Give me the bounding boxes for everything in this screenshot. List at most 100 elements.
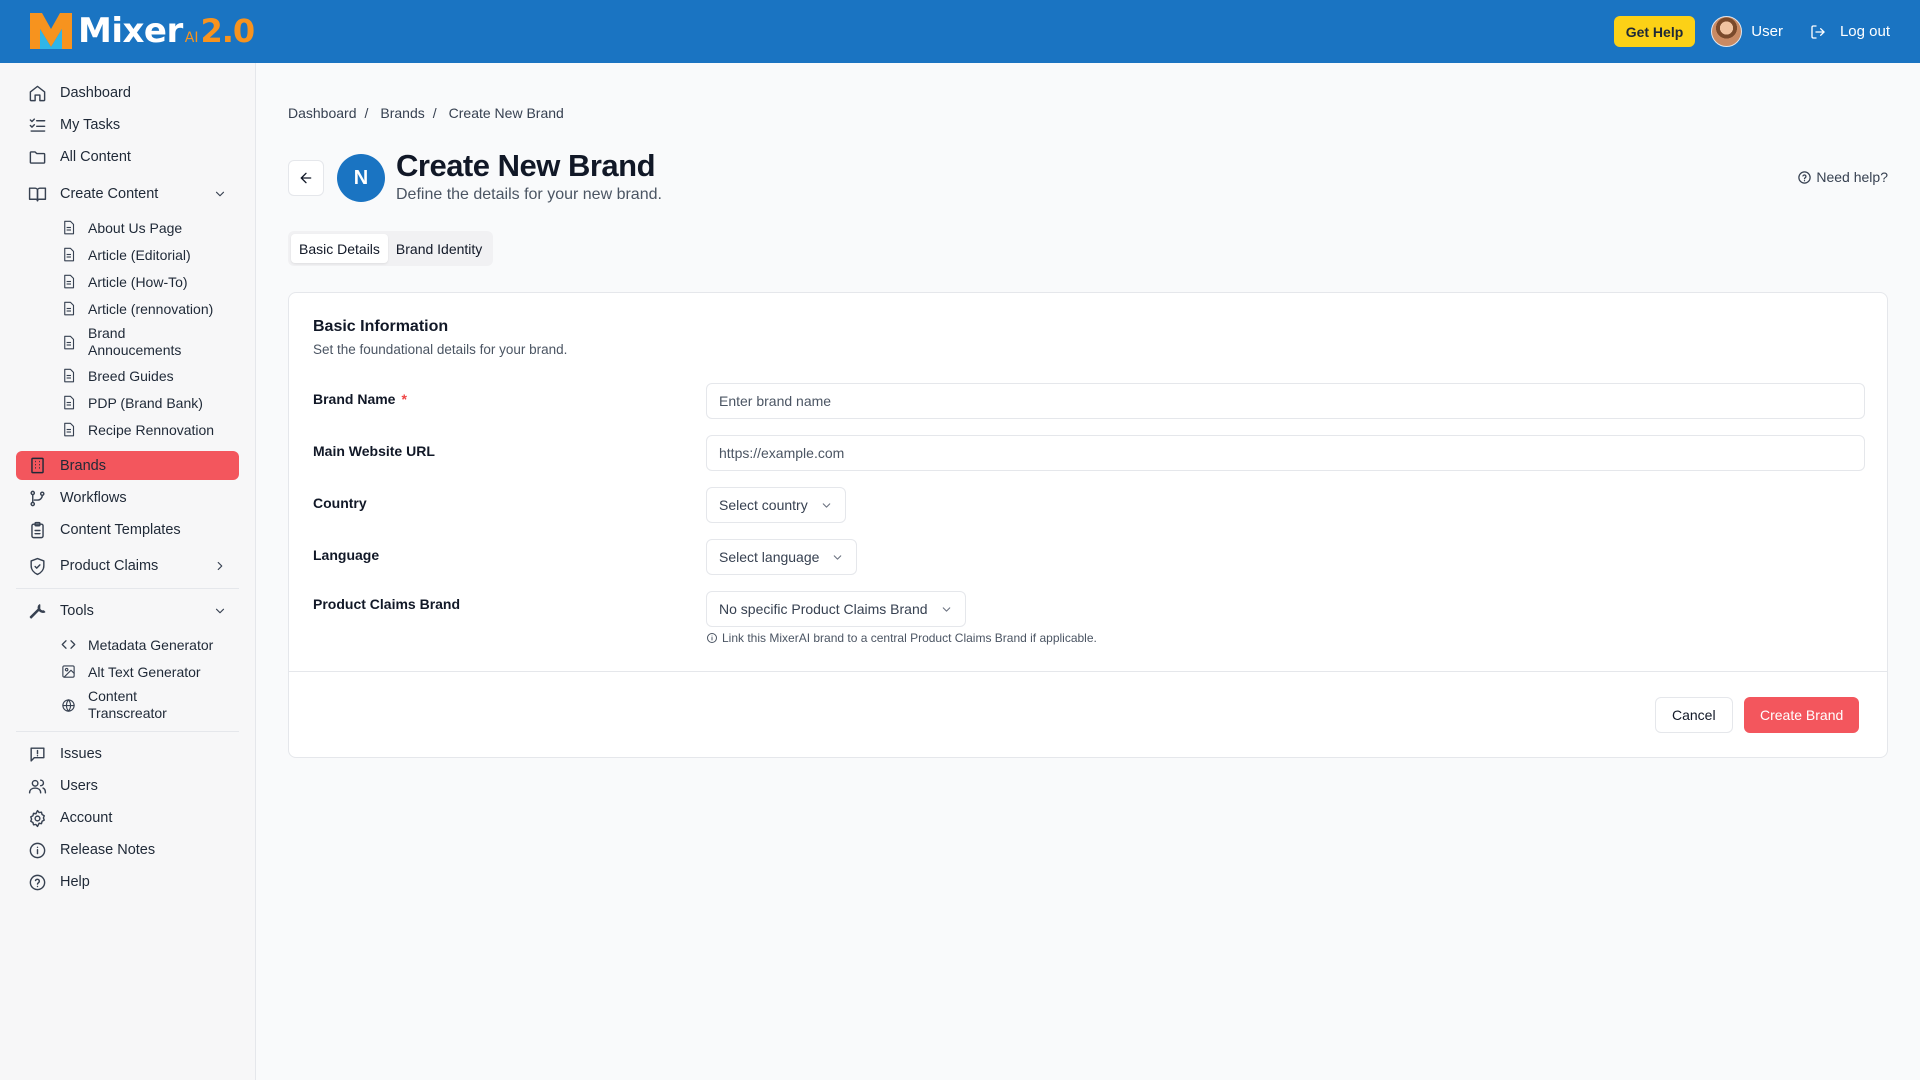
gear-icon xyxy=(30,809,45,827)
card-divider xyxy=(289,671,1887,672)
chevron-down-icon xyxy=(942,606,950,612)
product-claims-hint: Link this MixerAI brand to a central Pro… xyxy=(706,631,1097,645)
basic-information-card: Basic Information Set the foundational d… xyxy=(288,292,1888,758)
sidebar-item-label: All Content xyxy=(60,149,131,165)
sidebar-item-label: Create Content xyxy=(60,186,159,202)
sidebar-item-label: Workflows xyxy=(60,490,127,506)
language-select[interactable]: Select language xyxy=(706,539,858,575)
folder-icon xyxy=(29,150,46,164)
document-icon xyxy=(64,220,75,235)
sidebar-subitem-breed-guides[interactable]: Breed Guides xyxy=(0,362,255,389)
tab-brand-identity[interactable]: Brand Identity xyxy=(388,234,490,263)
sidebar-item-label: My Tasks xyxy=(60,117,121,133)
language-label: Language xyxy=(313,547,380,563)
building-icon xyxy=(31,457,44,474)
country-label: Country xyxy=(313,495,367,511)
sidebar-item-label: Release Notes xyxy=(60,842,156,858)
logout-button[interactable]: Log out xyxy=(1810,23,1890,40)
users-icon xyxy=(28,778,47,794)
back-button[interactable] xyxy=(288,160,324,196)
sidebar-subitem-metadata-generator[interactable]: Metadata Generator xyxy=(0,631,255,658)
sidebar-item-content-templates[interactable]: Content Templates xyxy=(0,514,255,546)
shield-icon xyxy=(30,557,45,575)
document-icon xyxy=(64,395,75,410)
arrow-left-icon xyxy=(300,172,312,184)
document-icon xyxy=(64,422,75,437)
sidebar-item-account[interactable]: Account xyxy=(0,802,255,834)
help-circle-icon xyxy=(29,874,46,890)
sidebar-item-create-content[interactable]: Create Content xyxy=(0,178,255,210)
document-icon xyxy=(64,301,75,316)
sidebar-divider xyxy=(16,731,239,732)
sidebar-subitem-about-us-page[interactable]: About Us Page xyxy=(0,214,255,241)
avatar xyxy=(1711,16,1743,47)
product-claims-select-value: No specific Product Claims Brand xyxy=(719,601,928,617)
sidebar-subitem-article-rennovation[interactable]: Article (rennovation) xyxy=(0,295,255,322)
section-description: Set the foundational details for your br… xyxy=(313,342,568,357)
user-menu[interactable]: User xyxy=(1711,16,1783,47)
user-name: User xyxy=(1751,23,1783,40)
brand-avatar: N xyxy=(337,154,385,202)
sidebar-item-release-notes[interactable]: Release Notes xyxy=(0,834,255,866)
brand-name-label: Brand Name * xyxy=(313,391,407,407)
app-logo[interactable]: Mixer AI 2.0 xyxy=(28,10,255,52)
breadcrumb-current: Create New Brand xyxy=(448,105,564,121)
home-icon xyxy=(29,85,46,101)
sidebar-item-my-tasks[interactable]: My Tasks xyxy=(0,109,255,141)
product-claims-brand-label: Product Claims Brand xyxy=(313,596,461,612)
chevron-down-icon xyxy=(215,191,225,197)
sidebar-item-label: Users xyxy=(60,778,98,794)
cancel-button[interactable]: Cancel xyxy=(1655,697,1733,733)
info-icon xyxy=(29,842,46,858)
brand-name-input[interactable] xyxy=(706,383,1865,419)
product-claims-brand-select[interactable]: No specific Product Claims Brand xyxy=(706,591,966,627)
logo-version: 2.0 xyxy=(200,12,255,50)
sidebar-item-label: Brands xyxy=(60,457,106,474)
country-select[interactable]: Select country xyxy=(706,487,846,523)
sidebar-subitem-alt-text-generator[interactable]: Alt Text Generator xyxy=(0,658,255,685)
breadcrumb: Dashboard / Brands / Create New Brand xyxy=(288,105,572,121)
issues-icon xyxy=(30,746,45,762)
breadcrumb-brands[interactable]: Brands xyxy=(380,105,424,121)
sidebar-item-workflows[interactable]: Workflows xyxy=(0,482,255,514)
create-brand-button[interactable]: Create Brand xyxy=(1744,697,1860,733)
sidebar-subitem-pdp-brand-bank[interactable]: PDP (Brand Bank) xyxy=(0,389,255,416)
page-title: Create New Brand xyxy=(396,148,656,183)
sidebar-subitem-label: Article (rennovation) xyxy=(88,300,214,317)
sidebar-item-tools[interactable]: Tools xyxy=(0,595,255,627)
sidebar-item-label: Account xyxy=(60,810,113,826)
sidebar-item-all-content[interactable]: All Content xyxy=(0,141,255,173)
sidebar-subitem-label: Content Transcreator xyxy=(88,688,167,721)
sidebar-item-issues[interactable]: Issues xyxy=(0,738,255,770)
page-subtitle: Define the details for your new brand. xyxy=(396,186,662,203)
country-select-value: Select country xyxy=(719,497,808,513)
clipboard-icon xyxy=(31,521,44,538)
brand-name-label-text: Brand Name xyxy=(313,391,396,407)
need-help-link[interactable]: Need help? xyxy=(1797,169,1888,185)
sidebar-item-brands[interactable]: Brands xyxy=(16,451,239,480)
document-icon xyxy=(64,274,75,289)
sidebar-subitem-content-transcreator[interactable]: Content Transcreator xyxy=(0,685,255,725)
logo-mark-icon xyxy=(30,13,72,49)
sidebar-subitem-article-editorial[interactable]: Article (Editorial) xyxy=(0,241,255,268)
sidebar-item-product-claims[interactable]: Product Claims xyxy=(0,550,255,582)
sidebar-subitem-article-how-to[interactable]: Article (How-To) xyxy=(0,268,255,295)
sidebar-item-users[interactable]: Users xyxy=(0,770,255,802)
section-title: Basic Information xyxy=(313,318,449,335)
sidebar-item-label: Content Templates xyxy=(60,522,181,538)
sidebar: Dashboard My Tasks All Content Create Co… xyxy=(0,63,256,1080)
sidebar-subitem-brand-annoucements[interactable]: Brand Annoucements xyxy=(0,322,255,362)
tab-list: Basic Details Brand Identity xyxy=(288,231,494,266)
breadcrumb-dashboard[interactable]: Dashboard xyxy=(288,105,357,121)
website-url-input[interactable] xyxy=(706,435,1865,471)
sidebar-subitem-recipe-rennovation[interactable]: Recipe Rennovation xyxy=(0,416,255,443)
need-help-label: Need help? xyxy=(1816,169,1888,185)
sidebar-item-label: Issues xyxy=(60,746,102,762)
tab-basic-details[interactable]: Basic Details xyxy=(291,234,388,263)
tasks-icon xyxy=(29,117,46,132)
document-icon xyxy=(64,335,75,349)
chevron-down-icon xyxy=(215,608,225,614)
get-help-button[interactable]: Get Help xyxy=(1613,16,1696,47)
sidebar-item-help[interactable]: Help xyxy=(0,866,255,898)
sidebar-item-dashboard[interactable]: Dashboard xyxy=(0,77,255,109)
